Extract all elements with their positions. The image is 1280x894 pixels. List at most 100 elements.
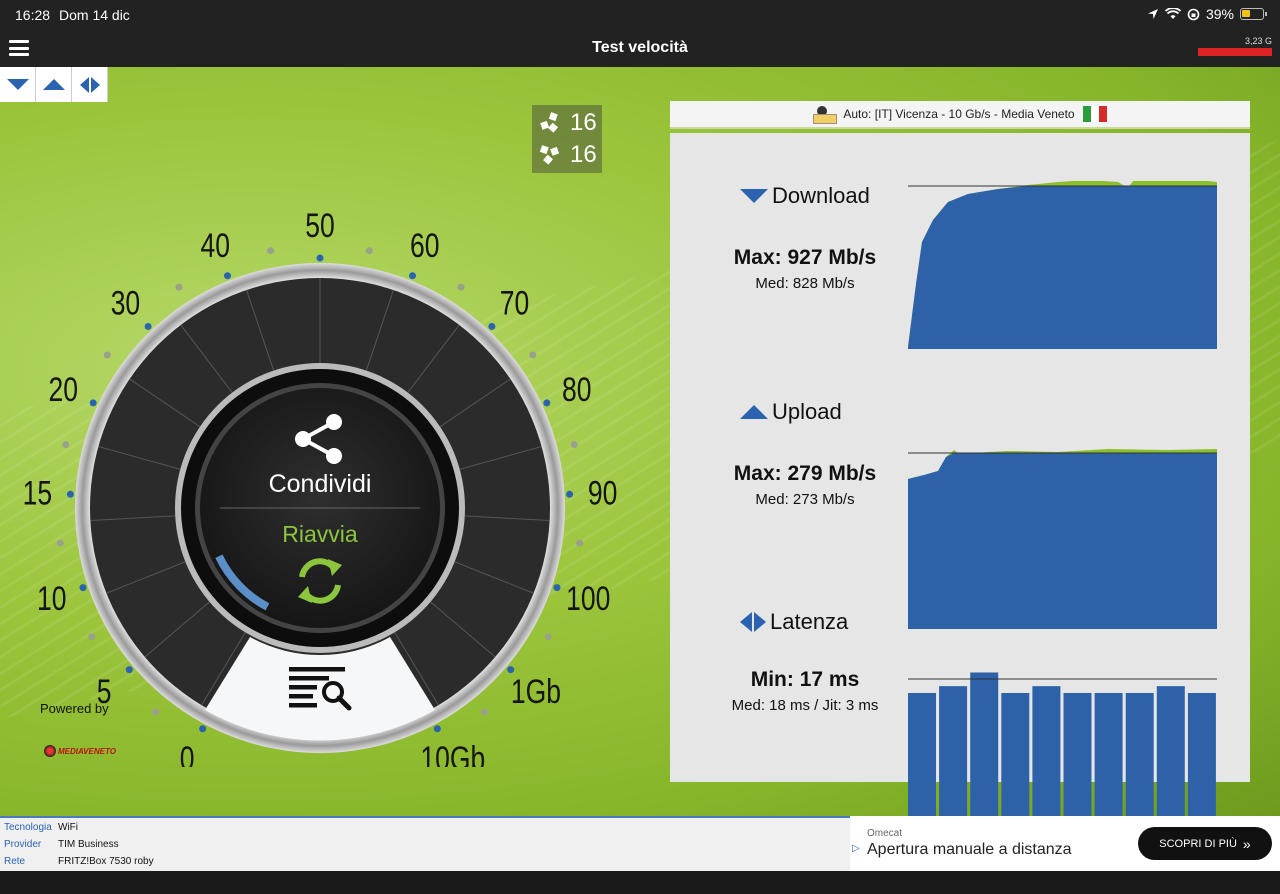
page-title: Test velocità [592,39,688,56]
server-icon [813,105,838,124]
battery-percent: 39% [1205,6,1234,22]
gauge-scale-dot [103,351,111,359]
gauge-tick-marker [408,272,416,280]
gauge-scale-label: 1Gb [511,673,561,711]
results-panel: Download Max: 927 Mb/s Med: 828 Mb/s Upl… [670,133,1250,816]
mediaveneto-logo[interactable]: MEDIAVENETO [44,745,116,757]
gauge-tick-marker [125,666,133,674]
latency-bar [1156,686,1185,816]
gauge-tick-marker [566,490,574,498]
data-usage-bar [1198,48,1272,56]
gauge-scale-dot [570,441,578,449]
gauge-scale-label: 50 [305,207,335,245]
info-row: Rete FRITZ!Box 7530 roby [4,856,154,867]
status-bar: 16:28 Dom 14 dic 39% [0,0,1280,30]
location-icon [1147,9,1158,19]
powered-by-label: Powered by [40,701,109,716]
gauge-scale-dot [480,708,488,716]
gauge-scale-dot [529,351,537,359]
latency-bar [939,686,968,816]
rotation-lock-icon [1187,8,1200,20]
gauge-scale-label: 20 [48,371,78,409]
status-icons: 39% [1147,6,1267,22]
data-usage-label: 3,23 G [1244,36,1272,46]
gauge-scale-label: 100 [566,580,610,618]
battery-icon [1240,8,1267,20]
download-arrow-icon [740,189,768,203]
gauge-scale-label: 15 [23,474,53,512]
app-bar: Test velocità 3,23 G [0,30,1280,67]
info-row: Provider TIM Business [4,839,119,850]
ad-info-icon[interactable]: ▷ [852,843,860,854]
gauge-scale-label: 30 [111,284,141,322]
ad-brand: Omecat [867,828,903,839]
date: Dom 14 dic [59,7,130,23]
latency-bar [1094,692,1123,816]
gauge-scale-label: 0 [180,740,195,767]
gauge-tick-marker [433,725,441,733]
gauge-scale-dot [152,708,160,716]
restart-label[interactable]: Riavvia [282,521,358,547]
latency-median-jitter: Med: 18 ms / Jit: 3 ms [731,697,879,714]
upload-title: Upload [740,399,940,425]
upload-max: Max: 279 Mb/s [733,462,877,485]
chevron-right-icon: » [1242,835,1251,852]
connection-info: Tecnologia WiFi Provider TIM Business Re… [0,816,850,871]
gauge-tick-marker [224,272,232,280]
download-chart [908,181,1217,349]
mediaveneto-logo-icon [44,745,56,757]
gauge-scale-dot [88,633,96,641]
logo-text: MEDIAVENETO [58,746,116,756]
gauge-scale-dot [576,539,584,547]
ad-title: Apertura manuale a distanza [867,841,1072,858]
gauge-scale-label: 70 [500,284,530,322]
gauge-tick-marker [553,584,561,592]
gauge-scale-dot [175,283,183,291]
gauge-tick-marker [199,725,207,733]
gauge-tick-marker [543,399,551,407]
ad-cta-button[interactable]: SCOPRI DI PIÙ » [1138,827,1272,860]
info-row: Tecnologia WiFi [4,822,78,833]
gauge-scale-dot [62,441,70,449]
upload-median: Med: 273 Mb/s [755,491,855,508]
latency-bar [1063,692,1092,816]
latency-bar [1032,686,1061,816]
gauge-scale-label: 40 [201,227,231,265]
latency-title: Latenza [740,609,940,635]
italy-flag-icon [1082,106,1107,122]
ad-banner[interactable]: ▷ Omecat Apertura manuale a distanza SCO… [850,816,1280,871]
main-area: 16 16 Condividi Riavvia 0 5 10 15 20 30 … [0,67,1280,816]
gauge-tick-marker [79,584,87,592]
gauge-scale-dot [56,539,64,547]
latency-bar [908,692,936,816]
gauge-scale-label: 10Gb [420,740,485,767]
gauge-scale-label: 60 [410,227,440,265]
clock: 16:28 [15,7,51,23]
gauge-tick-marker [316,254,324,262]
bottom-strip [0,871,1280,894]
gauge-scale-dot [267,247,275,255]
gauge-tick-marker [66,490,74,498]
server-selector[interactable]: Auto: [IT] Vicenza - 10 Gb/s - Media Ven… [670,101,1250,129]
latency-bar [1001,692,1030,816]
gauge-tick-marker [488,322,496,330]
gauge-tick-marker [89,399,97,407]
latency-arrows-icon [740,612,766,632]
latency-bar [1187,692,1216,816]
gauge-scale-dot [457,283,465,291]
wifi-icon [1164,8,1181,19]
upload-chart [908,449,1217,629]
speed-gauge: Condividi Riavvia 0510152030405060708090… [23,207,618,767]
gauge-scale-label: 80 [562,371,592,409]
share-label[interactable]: Condividi [269,470,372,498]
upload-arrow-icon [740,405,768,419]
download-median: Med: 828 Mb/s [755,275,855,292]
server-label: Auto: [IT] Vicenza - 10 Gb/s - Media Ven… [843,107,1075,121]
latency-min: Min: 17 ms [750,668,860,691]
latency-bar [970,672,999,816]
download-max: Max: 927 Mb/s [733,246,877,269]
gauge-tick-marker [144,322,152,330]
gauge-scale-dot [544,633,552,641]
gauge-scale-label: 90 [588,474,618,512]
latency-chart [908,672,1217,816]
